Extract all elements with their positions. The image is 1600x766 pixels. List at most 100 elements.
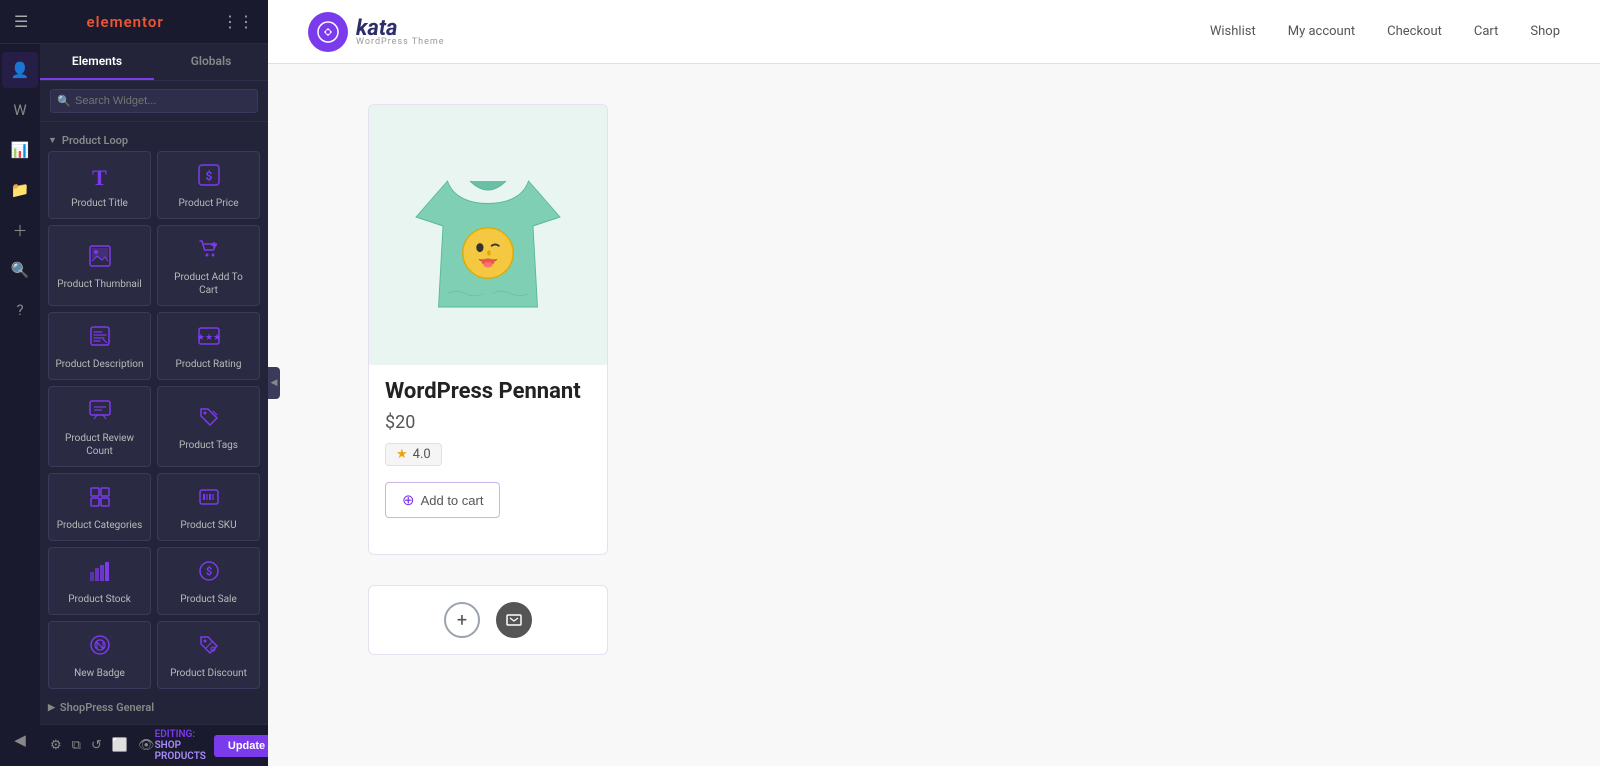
product-categories-icon [89, 486, 111, 513]
new-badge-icon [89, 634, 111, 661]
nav-checkout[interactable]: Checkout [1387, 24, 1442, 39]
product-title: WordPress Pennant [385, 365, 591, 408]
section-label-text: Product Loop [62, 134, 128, 147]
widget-product-title[interactable]: T Product Title [48, 151, 151, 219]
widget-product-sku[interactable]: Product SKU [157, 473, 260, 541]
widget-label-product-sku: Product SKU [180, 519, 236, 532]
hamburger-icon[interactable]: ☰ [14, 12, 28, 31]
product-price: $20 [385, 408, 591, 443]
product-info: WordPress Pennant $20 ★ 4.0 ⊕ Add to car… [369, 365, 607, 554]
widget-label-product-tags: Product Tags [179, 439, 238, 452]
widget-product-discount[interactable]: Product Discount [157, 621, 260, 689]
widget-grid-product-loop: T Product Title $ Product Price [48, 151, 260, 689]
sidebar-icon-help[interactable]: ? [2, 292, 38, 328]
sidebar-icon-back[interactable]: ◀ [2, 722, 38, 758]
product-thumbnail-icon [89, 245, 111, 272]
bottom-card-partial: + [368, 585, 608, 655]
collapse-handle[interactable]: ◀ [268, 367, 280, 399]
product-stock-icon [89, 560, 111, 587]
search-box: 🔍 [40, 81, 268, 122]
rating-value: 4.0 [413, 447, 431, 462]
sidebar-icon-plus[interactable]: ＋ [2, 212, 38, 248]
circle-button-dark[interactable] [496, 602, 532, 638]
widget-product-rating[interactable]: ★★★ Product Rating [157, 312, 260, 380]
section-label-shoppress: ShopPress General [60, 701, 154, 714]
widget-label-product-sale: Product Sale [180, 593, 237, 606]
widget-label-product-review-count: Product Review Count [55, 432, 144, 458]
tab-elements[interactable]: Elements [40, 44, 154, 80]
brand-logo: elementor [87, 13, 164, 31]
add-to-cart-button[interactable]: ⊕ Add to cart [385, 482, 500, 518]
history-icon[interactable]: ↺ [91, 738, 102, 753]
product-tags-icon [198, 406, 220, 433]
bottom-bar: ⚙ ⧉ ↺ ⬜ 👁 Editing: SHOP PRODUCTS Update … [40, 724, 268, 766]
search-icon: 🔍 [57, 95, 71, 108]
widget-product-sale[interactable]: $ Product Sale [157, 547, 260, 615]
preview-icon[interactable]: 👁 [138, 738, 155, 753]
logo-sub: WordPress Theme [356, 37, 445, 47]
star-icon: ★ [396, 447, 408, 462]
product-sku-icon [198, 486, 220, 513]
widget-panel: ▼ Product Loop T Product Title $ [40, 122, 268, 724]
product-price-icon: $ [198, 164, 220, 191]
layers-icon[interactable]: ⧉ [72, 738, 81, 753]
widget-new-badge[interactable]: New Badge [48, 621, 151, 689]
sidebar-icon-wordpress[interactable]: W [2, 92, 38, 128]
sidebar-top-bar: ☰ elementor ⋮⋮ [0, 0, 268, 44]
nav-wishlist[interactable]: Wishlist [1210, 24, 1256, 39]
svg-text:★★★: ★★★ [198, 333, 220, 343]
sidebar-icon-folder[interactable]: 📁 [2, 172, 38, 208]
sidebar-panel: Elements Globals 🔍 ▼ Product Loop T Prod… [40, 44, 268, 766]
widget-label-product-rating: Product Rating [176, 358, 242, 371]
product-add-to-cart-icon [198, 238, 220, 265]
sidebar-icon-chart[interactable]: 📊 [2, 132, 38, 168]
navbar: kata WordPress Theme Wishlist My account… [268, 0, 1600, 64]
widget-label-product-title: Product Title [71, 197, 128, 210]
tab-bar: Elements Globals [40, 44, 268, 81]
nav-shop[interactable]: Shop [1530, 24, 1560, 39]
grid-icon[interactable]: ⋮⋮ [222, 12, 254, 31]
widget-product-add-to-cart[interactable]: Product Add To Cart [157, 225, 260, 306]
nav-my-account[interactable]: My account [1288, 24, 1355, 39]
widget-product-review-count[interactable]: Product Review Count [48, 386, 151, 467]
tab-globals[interactable]: Globals [154, 44, 268, 80]
sidebar-icon-strip: 👤 W 📊 📁 ＋ 🔍 ? ◀ [0, 44, 40, 766]
widget-label-new-badge: New Badge [74, 667, 125, 680]
search-input[interactable] [50, 89, 258, 113]
product-sale-icon: $ [198, 560, 220, 587]
sidebar-icon-search[interactable]: 🔍 [2, 252, 38, 288]
widget-product-categories[interactable]: Product Categories [48, 473, 151, 541]
product-image-wrap [369, 105, 607, 365]
add-to-cart-label: Add to cart [421, 493, 484, 508]
svg-text:$: $ [205, 169, 212, 183]
widget-label-product-discount: Product Discount [170, 667, 247, 680]
widget-product-stock[interactable]: Product Stock [48, 547, 151, 615]
product-area: WordPress Pennant $20 ★ 4.0 ⊕ Add to car… [268, 64, 1600, 766]
responsive-icon[interactable]: ⬜ [112, 738, 128, 753]
widget-label-product-price: Product Price [178, 197, 238, 210]
nav-cart[interactable]: Cart [1474, 24, 1499, 39]
main-content: kata WordPress Theme Wishlist My account… [268, 0, 1600, 766]
widget-label-product-thumbnail: Product Thumbnail [57, 278, 141, 291]
product-image [398, 135, 578, 335]
update-button[interactable]: Update ▲ [214, 735, 268, 757]
editing-label: Editing: SHOP PRODUCTS [155, 729, 206, 762]
section-product-loop[interactable]: ▼ Product Loop [48, 128, 260, 151]
chevron-down-icon: ▼ [48, 135, 57, 146]
widget-product-thumbnail[interactable]: Product Thumbnail [48, 225, 151, 306]
product-review-count-icon [89, 399, 111, 426]
product-card: WordPress Pennant $20 ★ 4.0 ⊕ Add to car… [368, 104, 608, 555]
settings-icon[interactable]: ⚙ [50, 738, 62, 753]
section-shoppress-general[interactable]: ▶ ShopPress General [48, 695, 260, 718]
widget-label-product-description: Product Description [55, 358, 143, 371]
svg-text:$: $ [205, 565, 211, 578]
cart-plus-icon: ⊕ [402, 491, 415, 509]
widget-product-tags[interactable]: Product Tags [157, 386, 260, 467]
widget-label-product-stock: Product Stock [68, 593, 131, 606]
widget-product-description[interactable]: Product Description [48, 312, 151, 380]
logo-icon [308, 12, 348, 52]
sidebar-icon-user[interactable]: 👤 [2, 52, 38, 88]
bottom-icons: ⚙ ⧉ ↺ ⬜ 👁 [50, 738, 155, 753]
circle-button-plus[interactable]: + [444, 602, 480, 638]
widget-product-price[interactable]: $ Product Price [157, 151, 260, 219]
